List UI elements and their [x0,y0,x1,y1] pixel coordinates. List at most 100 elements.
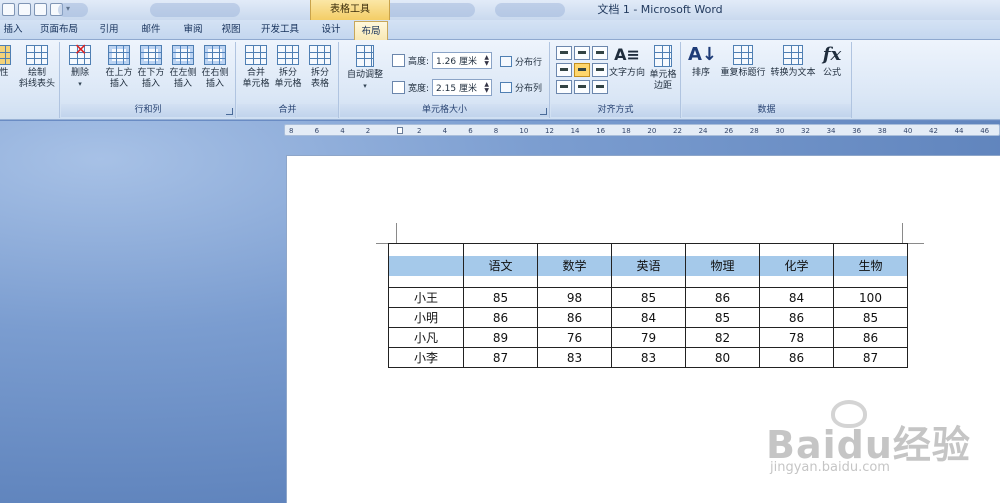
table-cell[interactable]: 78 [759,327,834,348]
table-cell[interactable]: 86 [685,287,760,308]
tab-mailings[interactable]: 邮件 [136,20,166,40]
table-cell[interactable]: 87 [833,347,908,368]
spin-arrows-icon[interactable]: ▲ ▼ [484,81,489,94]
table-cell[interactable]: 85 [463,287,538,308]
tab-references[interactable]: 引用 [94,20,124,40]
table-cell[interactable]: 82 [685,327,760,348]
table-cell[interactable]: 87 [463,347,538,368]
insert-right-button[interactable]: 在右侧 插入 [199,45,231,90]
margin-corner-mark [902,223,903,243]
tab-insert[interactable]: 插入 [0,20,26,40]
distribute-columns-button[interactable]: 分布列 [500,81,542,94]
tab-developer[interactable]: 开发工具 [256,20,304,40]
insert-row-below-icon [140,45,162,65]
properties-button[interactable]: 性 [0,45,12,79]
table-header-cell[interactable]: 数学 [537,243,612,288]
table-cell[interactable]: 小李 [388,347,464,368]
table-cell[interactable]: 76 [537,327,612,348]
table-cell[interactable]: 84 [759,287,834,308]
insert-below-button[interactable]: 在下方 插入 [135,45,167,90]
grades-table[interactable]: 语文 数学 英语 物理 化学 生物 小王 85 98 85 86 84 100 … [388,243,908,368]
table-cell[interactable]: 85 [611,287,686,308]
table-header-cell[interactable]: 物理 [685,243,760,288]
align-bottom-center-button[interactable] [574,80,590,94]
table-cell[interactable]: 小王 [388,287,464,308]
table-cell[interactable]: 85 [833,307,908,328]
table-cell[interactable]: 86 [537,307,612,328]
table-cell[interactable]: 83 [537,347,612,368]
sort-button[interactable]: A↓ 排序 [688,45,717,79]
dialog-launcher-icon[interactable] [226,108,233,115]
align-bottom-left-button[interactable] [556,80,572,94]
align-middle-center-button[interactable] [574,63,590,77]
text-direction-button[interactable]: A≡ 文字方向 [607,45,647,79]
table-cell[interactable]: 89 [463,327,538,348]
table-cell[interactable]: 86 [833,327,908,348]
horizontal-ruler[interactable]: 8 6 4 2 2 4 6 8 10 12 14 16 18 20 22 24 26 28 30 32 34 36 38 40… [284,124,1000,136]
split-table-button[interactable]: 拆分 表格 [304,45,336,90]
convert-to-text-button[interactable]: 转换为文本 [768,45,818,79]
tab-review[interactable]: 审阅 [178,20,208,40]
column-width-input[interactable]: 2.15 厘米 ▲ ▼ [432,79,493,96]
autofit-button[interactable]: 自动调整 ▾ [344,45,386,92]
repeat-header-icon [733,45,753,65]
tab-view[interactable]: 视图 [216,20,246,40]
table-cell[interactable]: 84 [611,307,686,328]
dropdown-chevron-icon: ▾ [363,82,367,90]
align-middle-left-button[interactable] [556,63,572,77]
table-cell[interactable]: 83 [611,347,686,368]
table-cell[interactable]: 小凡 [388,327,464,348]
align-top-center-button[interactable] [574,46,590,60]
cell-margins-label-1: 单元格 [649,70,677,80]
table-cell[interactable]: 80 [685,347,760,368]
text-direction-icon: A≡ [614,45,640,64]
table-header-cell[interactable]: 语文 [463,243,538,288]
save-icon[interactable] [34,3,47,16]
ruler-tick-label: 26 [724,127,734,135]
new-document-icon[interactable] [18,3,31,16]
table-cell[interactable]: 86 [759,307,834,328]
ruler-tick-label: 30 [775,127,785,135]
ruler-tick-label: 8 [289,127,294,135]
align-top-right-button[interactable] [592,46,608,60]
table-cell[interactable]: 100 [833,287,908,308]
table-header-cell[interactable]: 化学 [759,243,834,288]
align-bottom-right-button[interactable] [592,80,608,94]
tab-page-layout[interactable]: 页面布局 [36,20,82,40]
spin-arrows-icon[interactable]: ▲ ▼ [484,54,489,67]
delete-button[interactable]: 删除 ▾ [65,44,95,90]
table-cell[interactable]: 小明 [388,307,464,328]
merge-cells-button[interactable]: 合并 单元格 [239,45,273,90]
table-header-cell[interactable]: 生物 [833,243,908,288]
table-cell[interactable]: 98 [537,287,612,308]
insert-left-button[interactable]: 在左侧 插入 [167,45,199,90]
table-header-cell[interactable]: 英语 [611,243,686,288]
table-row: 小王 85 98 85 86 84 100 [388,287,908,308]
table-header-cell[interactable] [388,243,464,288]
table-cell[interactable]: 79 [611,327,686,348]
tab-design[interactable]: 设计 [316,20,346,40]
sort-label: 排序 [691,68,710,78]
distribute-rows-button[interactable]: 分布行 [500,55,542,68]
draw-diagonal-label-1: 绘制 [27,68,46,78]
align-middle-right-button[interactable] [592,63,608,77]
row-height-input[interactable]: 1.26 厘米 ▲ ▼ [432,52,493,69]
repeat-header-rows-button[interactable]: 重复标题行 [718,45,768,79]
table-cell[interactable]: 86 [463,307,538,328]
table-cell[interactable]: 85 [685,307,760,328]
blurred-taskbar-item [495,3,565,17]
align-top-left-button[interactable] [556,46,572,60]
dialog-launcher-icon[interactable] [540,108,547,115]
indent-marker-icon[interactable] [397,127,403,134]
group-rows-columns: 删除 ▾ 在上方 插入 在下方 插入 在左侧 插入 在右侧 插入 行和列 [61,42,236,118]
cell-margins-button[interactable]: 单元格 边距 [647,45,679,92]
table-cell[interactable]: 86 [759,347,834,368]
distribute-rows-label: 分布行 [515,58,543,68]
office-button-icon[interactable] [2,3,15,16]
group-label-alignment: 对齐方式 [551,104,680,117]
formula-button[interactable]: fx 公式 [818,45,846,79]
tab-layout[interactable]: 布局 [354,21,388,41]
split-cells-button[interactable]: 拆分 单元格 [271,45,305,90]
insert-above-button[interactable]: 在上方 插入 [103,45,135,90]
draw-diagonal-header-button[interactable]: 绘制 斜线表头 [16,45,58,90]
